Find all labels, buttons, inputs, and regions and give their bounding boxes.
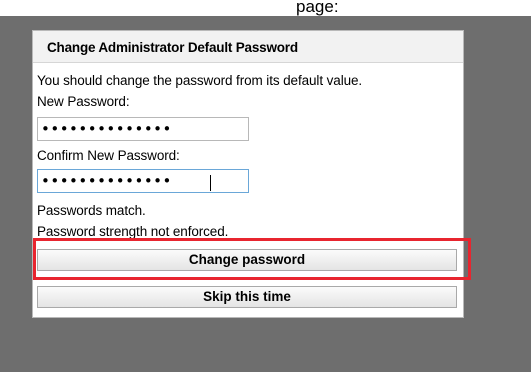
confirm-password-label: Confirm New Password: — [37, 148, 180, 163]
top-page-strip: page: — [0, 0, 531, 16]
instruction-text: You should change the password from its … — [37, 73, 363, 88]
new-password-label: New Password: — [37, 94, 130, 109]
text-caret — [210, 175, 211, 191]
password-match-status: Passwords match. — [37, 203, 146, 218]
confirm-password-field[interactable] — [37, 169, 249, 193]
skip-this-time-button[interactable]: Skip this time — [37, 286, 457, 308]
new-password-field[interactable] — [37, 117, 249, 141]
change-password-dialog: Change Administrator Default Password Yo… — [32, 30, 471, 318]
password-strength-status: Password strength not enforced. — [37, 224, 229, 239]
dialog-title: Change Administrator Default Password — [47, 40, 298, 55]
dialog-header: Change Administrator Default Password — [33, 31, 463, 63]
change-password-button[interactable]: Change password — [37, 249, 457, 271]
top-page-strip-text: page: — [296, 0, 339, 16]
